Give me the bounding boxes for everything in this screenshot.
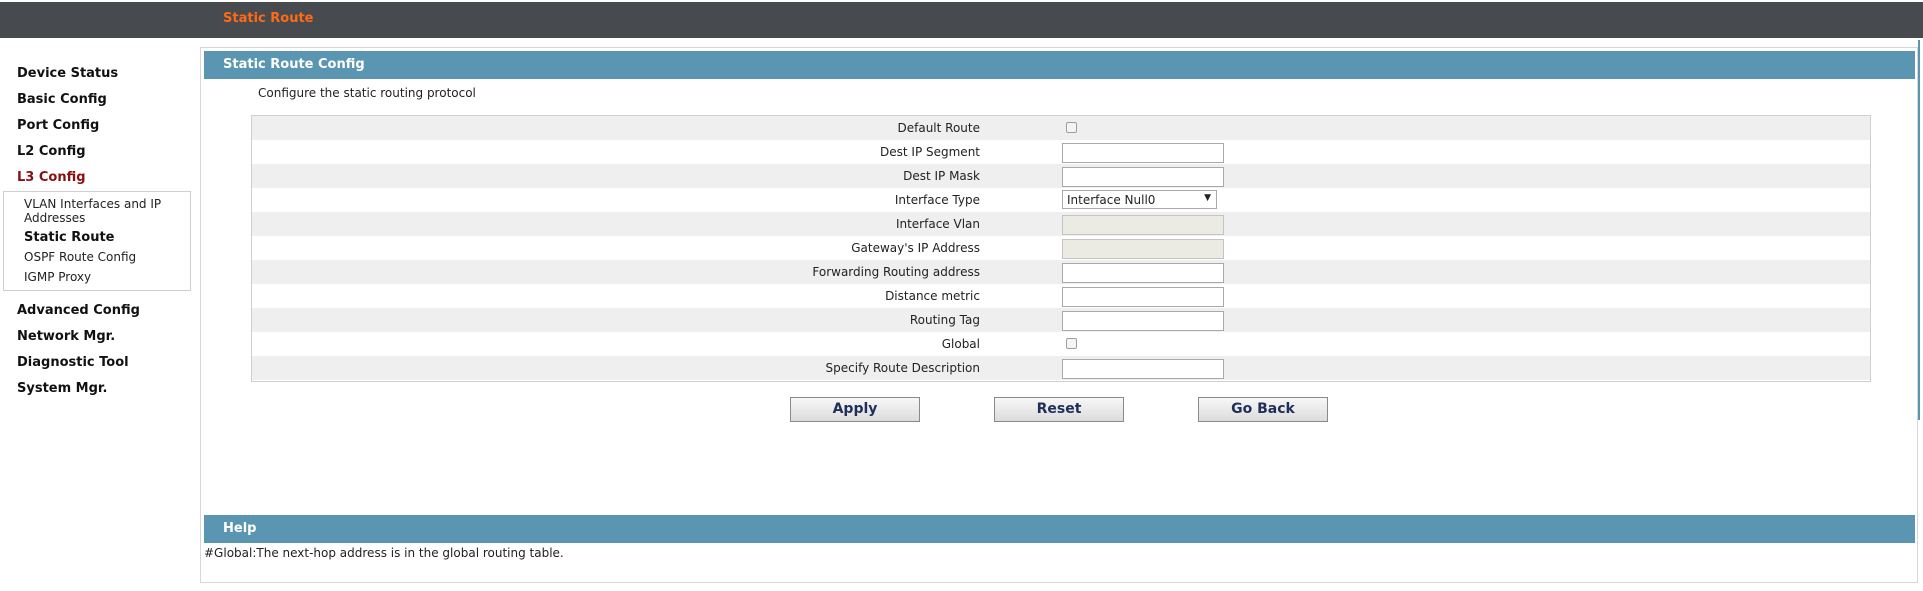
sidebar-item-device-status[interactable]: Device Status xyxy=(17,66,118,81)
form-row-interface-type: Interface Type Interface Null0 ▼ xyxy=(252,188,1870,212)
go-back-button[interactable]: Go Back xyxy=(1198,397,1328,422)
gateway-ip-input xyxy=(1062,239,1224,259)
scrollbar-edge[interactable] xyxy=(1918,40,1920,420)
dropdown-arrow-icon: ▼ xyxy=(1204,193,1211,203)
interface-type-select[interactable]: Interface Null0 ▼ xyxy=(1062,190,1217,209)
reset-button[interactable]: Reset xyxy=(994,397,1124,422)
default-route-label: Default Route xyxy=(897,121,981,135)
help-text: #Global:The next-hop address is in the g… xyxy=(204,546,564,560)
l3-submenu: VLAN Interfaces and IP Addresses Static … xyxy=(3,191,191,291)
sidebar: Device Status Basic Config Port Config L… xyxy=(0,38,198,591)
config-section-header: Static Route Config xyxy=(204,51,1915,79)
global-checkbox[interactable] xyxy=(1066,338,1077,349)
interface-vlan-input xyxy=(1062,215,1224,235)
dest-ip-mask-input[interactable] xyxy=(1062,167,1224,187)
distance-metric-label: Distance metric xyxy=(885,289,980,303)
interface-type-label: Interface Type xyxy=(894,193,980,207)
submenu-item-vlan-interfaces[interactable]: VLAN Interfaces and IP Addresses xyxy=(24,197,184,225)
submenu-item-static-route[interactable]: Static Route xyxy=(24,230,114,245)
form-row-route-description: Specify Route Description xyxy=(252,356,1870,380)
sidebar-item-port-config[interactable]: Port Config xyxy=(17,118,99,133)
form-row-dest-ip-segment: Dest IP Segment xyxy=(252,140,1870,164)
form-row-gateway-ip: Gateway's IP Address xyxy=(252,236,1870,260)
routing-tag-input[interactable] xyxy=(1062,311,1224,331)
submenu-item-vlan-interfaces-label: VLAN Interfaces and IP Addresses xyxy=(24,197,162,225)
route-description-label: Specify Route Description xyxy=(825,361,980,375)
sidebar-item-advanced-config[interactable]: Advanced Config xyxy=(17,303,140,318)
sidebar-item-l3-config[interactable]: L3 Config xyxy=(17,170,86,185)
routing-tag-label: Routing Tag xyxy=(909,313,980,327)
form-row-default-route: Default Route xyxy=(252,116,1870,140)
sidebar-item-network-mgr[interactable]: Network Mgr. xyxy=(17,329,115,344)
gateway-ip-label: Gateway's IP Address xyxy=(851,241,980,255)
help-section-header: Help xyxy=(204,515,1915,543)
sidebar-item-diagnostic-tool[interactable]: Diagnostic Tool xyxy=(17,355,129,370)
interface-type-value: Interface Null0 xyxy=(1067,193,1156,207)
top-bar: Static Route xyxy=(0,2,1923,38)
default-route-checkbox[interactable] xyxy=(1066,122,1077,133)
form-row-dest-ip-mask: Dest IP Mask xyxy=(252,164,1870,188)
dest-ip-mask-label: Dest IP Mask xyxy=(903,169,980,183)
static-route-form: Default Route Dest IP Segment Dest IP Ma… xyxy=(251,115,1871,382)
page-title: Static Route xyxy=(223,11,314,26)
config-description: Configure the static routing protocol xyxy=(258,86,476,100)
sidebar-item-system-mgr[interactable]: System Mgr. xyxy=(17,381,107,396)
sidebar-item-basic-config[interactable]: Basic Config xyxy=(17,92,107,107)
dest-ip-segment-input[interactable] xyxy=(1062,143,1224,163)
form-row-distance-metric: Distance metric xyxy=(252,284,1870,308)
form-row-global: Global xyxy=(252,332,1870,356)
distance-metric-input[interactable] xyxy=(1062,287,1224,307)
main-panel: Static Route Config Configure the static… xyxy=(200,47,1918,583)
apply-button[interactable]: Apply xyxy=(790,397,920,422)
forwarding-address-input[interactable] xyxy=(1062,263,1224,283)
submenu-item-igmp-proxy[interactable]: IGMP Proxy xyxy=(24,270,91,284)
form-row-interface-vlan: Interface Vlan xyxy=(252,212,1870,236)
submenu-item-ospf-route-config[interactable]: OSPF Route Config xyxy=(24,250,136,264)
dest-ip-segment-label: Dest IP Segment xyxy=(880,145,980,159)
forwarding-address-label: Forwarding Routing address xyxy=(812,265,980,279)
route-description-input[interactable] xyxy=(1062,359,1224,379)
form-row-forwarding-address: Forwarding Routing address xyxy=(252,260,1870,284)
sidebar-item-l2-config[interactable]: L2 Config xyxy=(17,144,86,159)
interface-vlan-label: Interface Vlan xyxy=(895,217,980,231)
global-label: Global xyxy=(941,337,980,351)
form-row-routing-tag: Routing Tag xyxy=(252,308,1870,332)
